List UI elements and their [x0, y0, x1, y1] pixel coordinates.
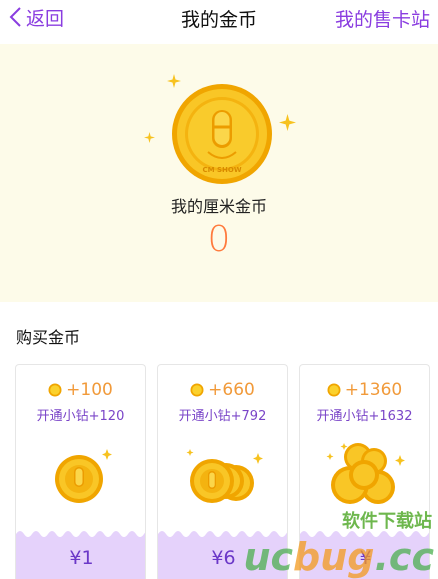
section-title: 购买金币 — [16, 328, 81, 347]
package-amount-row: +1360 — [300, 380, 429, 400]
coin-package-card[interactable]: +100 开通小钻+120 ¥1 — [15, 364, 146, 579]
package-bonus: 开通小钻+792 — [178, 409, 267, 424]
coin-stack-icon — [186, 449, 263, 503]
coin-balance-panel: CM SHOW 我的厘米金币 0 — [0, 44, 438, 302]
price-button[interactable]: ¥1 — [16, 538, 145, 579]
coin-logo-text: CM SHOW — [202, 166, 241, 174]
watermark-part: bug — [293, 535, 375, 579]
sparkle-icon — [144, 132, 155, 143]
watermark-part: uc — [243, 535, 294, 579]
sparkle-icon — [279, 114, 296, 131]
coin-icon — [190, 383, 204, 397]
balance-label: 我的厘米金币 — [170, 197, 267, 216]
my-card-store-link[interactable]: 我的售卡站 — [335, 5, 430, 32]
package-amount-row: +660 — [158, 380, 287, 400]
single-coin-icon — [55, 449, 112, 503]
watermark-text: 软件下载站 — [342, 511, 432, 532]
watermark-part: .cc — [374, 535, 435, 579]
package-amount: +1360 — [344, 380, 403, 400]
watermark-logo: ucbug.cc — [243, 535, 434, 579]
top-nav-bar: 返回 我的金币 我的售卡站 — [0, 0, 438, 34]
cm-coin-icon: CM SHOW — [172, 84, 272, 184]
package-bonus: 开通小钻+120 — [36, 409, 125, 424]
package-bonus: 开通小钻+1632 — [316, 409, 413, 424]
package-amount: +660 — [208, 380, 255, 400]
package-amount: +100 — [66, 380, 113, 400]
coin-icon — [327, 383, 341, 397]
coin-icon — [48, 383, 62, 397]
package-amount-row: +100 — [16, 380, 145, 400]
balance-value: 0 — [207, 219, 231, 260]
